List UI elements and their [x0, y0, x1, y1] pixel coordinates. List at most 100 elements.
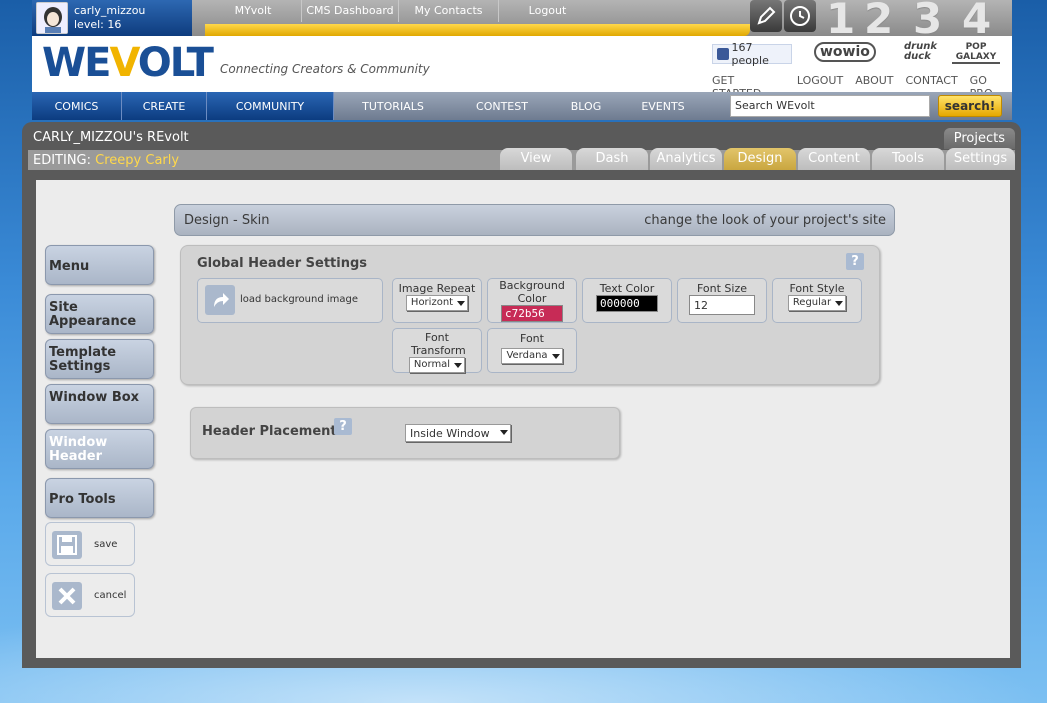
nav-comics[interactable]: COMICS: [32, 92, 122, 120]
design-skin-bar: Design - Skin change the look of your pr…: [174, 204, 895, 236]
site-header: WEVOLT Connecting Creators & Community 1…: [32, 36, 1012, 100]
font-select[interactable]: Verdana: [501, 348, 563, 364]
pencil-icon[interactable]: [750, 0, 782, 32]
help-icon[interactable]: ?: [846, 253, 864, 270]
revolt-panel: CARLY_MIZZOU's REvolt Projects EDITING: …: [22, 122, 1021, 668]
upload-arrow-icon: [205, 285, 235, 315]
wowio-logo[interactable]: wowio: [814, 42, 876, 62]
tab-tools[interactable]: Tools: [872, 148, 944, 170]
topnav-my-contacts[interactable]: My Contacts: [399, 0, 499, 22]
main-nav: COMICS CREATE COMMUNITY TUTORIALS CONTES…: [32, 92, 1012, 120]
header-placement-box: Header Placement ? Inside Window: [190, 407, 620, 459]
logo-we: WE: [42, 40, 111, 86]
cancel-button[interactable]: cancel: [45, 573, 135, 617]
font-size-input[interactable]: 12: [689, 295, 755, 315]
editing-bar: EDITING: Creepy Carly View Dash Analytic…: [28, 148, 1015, 170]
help-icon[interactable]: ?: [334, 418, 352, 435]
tab-dash[interactable]: Dash: [576, 148, 648, 170]
topnav-myvolt[interactable]: MYvolt: [205, 0, 302, 22]
global-header-title: Global Header Settings: [197, 256, 368, 271]
username[interactable]: carly_mizzou: [74, 4, 145, 17]
projects-tab[interactable]: Projects: [943, 128, 1015, 149]
editing-prefix: EDITING:: [33, 153, 92, 168]
history-icon[interactable]: [784, 0, 816, 32]
section-title: Design - Skin: [184, 213, 270, 228]
user-box[interactable]: carly_mizzou level: 16: [32, 0, 192, 36]
tab-view[interactable]: View: [500, 148, 572, 170]
logo-olt: OLT: [137, 40, 214, 86]
font-size-label: Font Size: [696, 282, 748, 295]
background-color-label: Background Color: [499, 279, 565, 305]
nav-tutorials[interactable]: TUTORIALS: [334, 92, 452, 120]
floppy-disk-icon: [52, 531, 82, 559]
sidebar-item-pro-tools[interactable]: Pro Tools: [45, 478, 154, 518]
sidebar-item-template-settings[interactable]: Template Settings: [45, 339, 154, 379]
nav-events[interactable]: EVENTS: [620, 92, 706, 120]
search-input[interactable]: Search WEvolt: [730, 95, 930, 117]
editing-label: EDITING: Creepy Carly: [33, 153, 179, 168]
header-placement-label: Header Placement: [202, 424, 337, 439]
facebook-like-button[interactable]: 167 people: [712, 41, 792, 67]
font-transform-setting: Font Transform Normal: [392, 328, 482, 373]
avatar[interactable]: [36, 2, 68, 34]
chevron-down-icon: [499, 430, 508, 435]
font-transform-label: Font Transform: [411, 331, 466, 357]
topnav-cms-dashboard[interactable]: CMS Dashboard: [302, 0, 399, 22]
sidebar-item-menu[interactable]: Menu: [45, 245, 154, 285]
tab-content[interactable]: Content: [798, 148, 870, 170]
font-transform-value: Normal: [413, 359, 451, 370]
image-repeat-setting: Image Repeat Horizont: [392, 278, 482, 323]
project-name[interactable]: Creepy Carly: [95, 153, 179, 168]
cancel-label: cancel: [94, 590, 127, 601]
background-color-setting: Background Color c72b56: [487, 278, 577, 323]
font-style-select[interactable]: Regular: [787, 295, 847, 311]
logo-v: V: [109, 40, 139, 86]
font-style-label: Font Style: [789, 282, 845, 295]
drunk-duck-logo[interactable]: drunk duck: [904, 42, 942, 62]
header-placement-value: Inside Window: [410, 427, 490, 440]
font-style-setting: Font Style Regular: [772, 278, 862, 323]
header-placement-select[interactable]: Inside Window: [405, 424, 511, 442]
save-button[interactable]: save: [45, 522, 135, 566]
load-background-button[interactable]: load background image: [197, 278, 383, 323]
close-icon: [52, 582, 82, 610]
tab-settings[interactable]: Settings: [946, 148, 1015, 170]
image-repeat-label: Image Repeat: [398, 282, 476, 295]
progress-stripe: [205, 24, 750, 36]
image-repeat-select[interactable]: Horizont: [405, 295, 469, 311]
tagline: Connecting Creators & Community: [220, 62, 430, 76]
tab-design[interactable]: Design: [724, 148, 796, 170]
text-color-label: Text Color: [599, 282, 655, 295]
sidebar-item-site-appearance[interactable]: Site Appearance: [45, 294, 154, 334]
background-color-swatch[interactable]: c72b56: [501, 305, 563, 322]
font-setting: Font Verdana: [487, 328, 577, 373]
chevron-down-icon: [551, 354, 560, 359]
font-size-setting: Font Size 12: [677, 278, 767, 323]
sidebar-item-window-header[interactable]: Window Header: [45, 429, 154, 469]
top-nav: MYvolt CMS Dashboard My Contacts Logout: [205, 0, 596, 24]
font-style-value: Regular: [792, 297, 832, 308]
tab-analytics[interactable]: Analytics: [650, 148, 722, 170]
user-level: level: 16: [74, 18, 122, 31]
panel-title: CARLY_MIZZOU's REvolt: [33, 130, 189, 145]
topnav-logout[interactable]: Logout: [499, 0, 596, 22]
section-hint: change the look of your project's site: [644, 213, 886, 228]
pop-galaxy-logo[interactable]: POP GALAXY: [952, 42, 1000, 64]
text-color-setting: Text Color 000000: [582, 278, 672, 323]
thumbs-up-icon: [717, 48, 729, 60]
nav-community[interactable]: COMMUNITY: [207, 92, 334, 120]
wevolt-logo[interactable]: WEVOLT: [42, 40, 214, 86]
font-label: Font: [520, 332, 544, 345]
search-button[interactable]: search!: [938, 95, 1002, 117]
chevron-down-icon: [454, 363, 463, 368]
nav-blog[interactable]: BLOG: [552, 92, 620, 120]
image-repeat-value: Horizont: [410, 297, 454, 308]
sidebar-item-window-box[interactable]: Window Box: [45, 384, 154, 424]
font-transform-select[interactable]: Normal: [408, 357, 466, 373]
font-value: Verdana: [506, 350, 548, 361]
global-header-settings: Global Header Settings ? load background…: [180, 245, 880, 385]
chevron-down-icon: [457, 301, 466, 306]
nav-create[interactable]: CREATE: [122, 92, 207, 120]
text-color-swatch[interactable]: 000000: [596, 295, 658, 312]
nav-contest[interactable]: CONTEST: [452, 92, 552, 120]
